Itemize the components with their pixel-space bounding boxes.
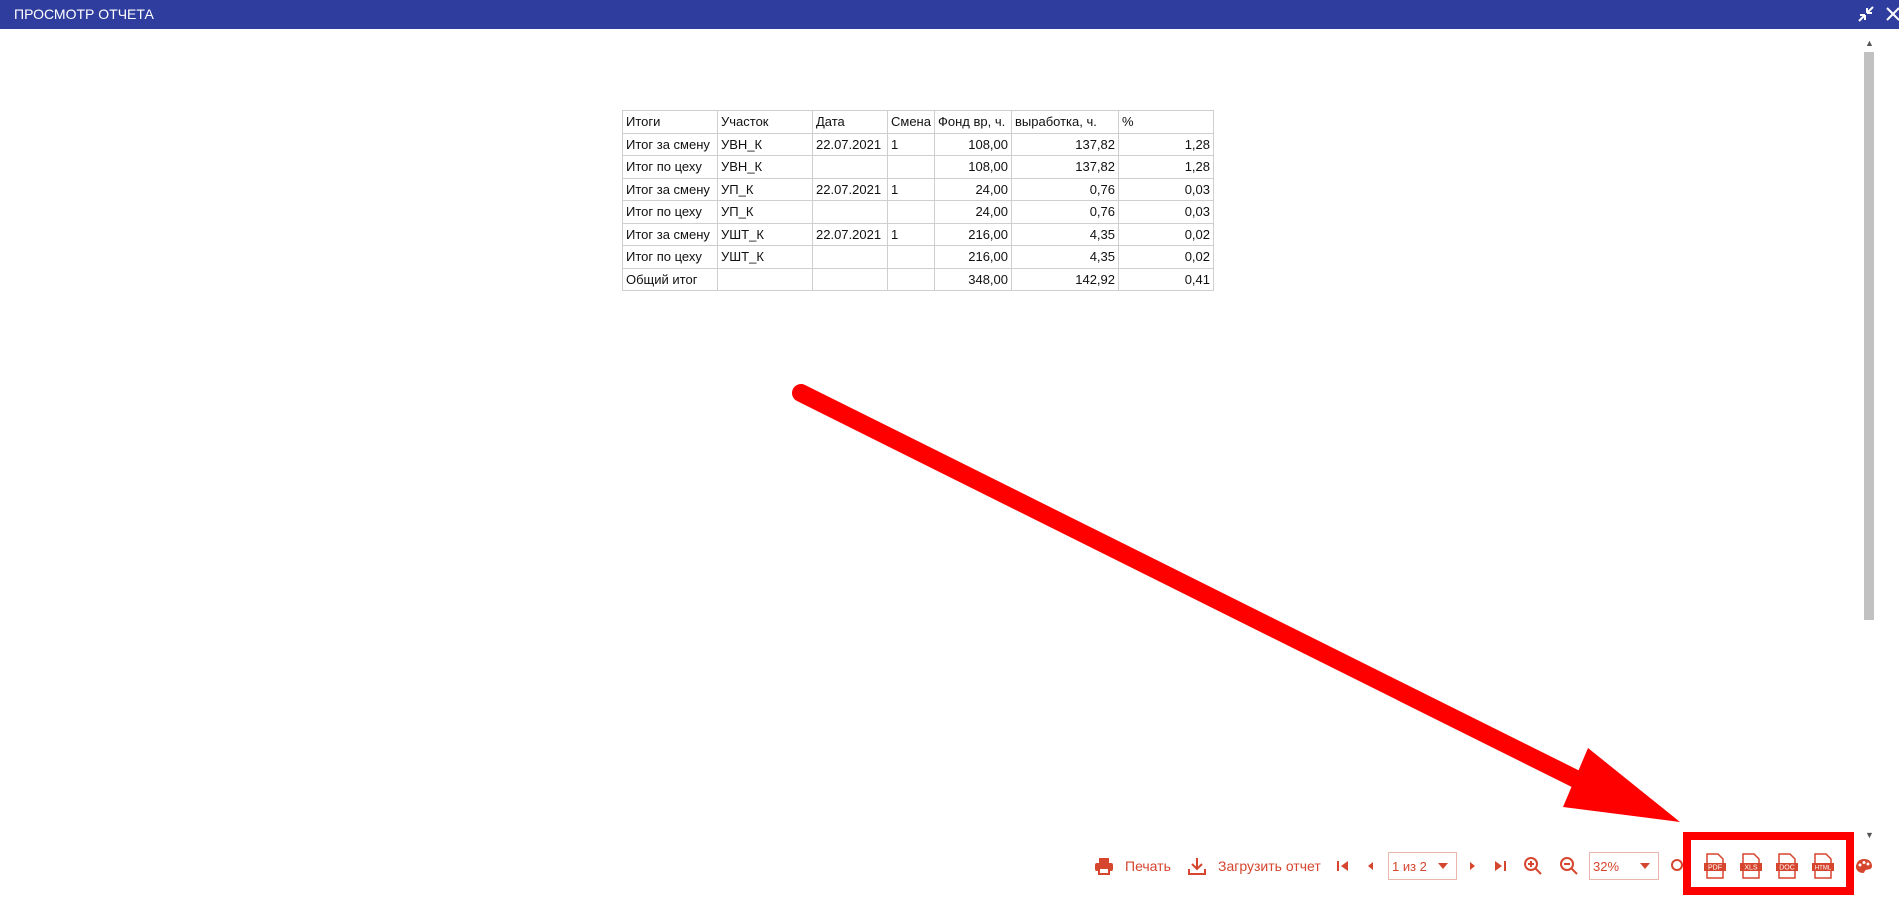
prev-page-button[interactable] (1365, 850, 1377, 882)
export-xls-button[interactable]: XLS (1739, 852, 1763, 880)
page-select[interactable]: 1 из 2 (1388, 852, 1457, 880)
last-page-button[interactable] (1492, 850, 1508, 882)
zoom-select-value: 32% (1593, 858, 1620, 874)
doc-label: DOC (1779, 865, 1795, 872)
page-select-value: 1 из 2 (1392, 858, 1427, 874)
prev-page-icon (1365, 858, 1377, 874)
zoom-out-button[interactable] (1559, 850, 1579, 882)
last-page-icon (1492, 858, 1508, 874)
download-label: Загрузить отчет (1218, 858, 1321, 874)
chevron-down-icon (1438, 863, 1448, 869)
xls-file-icon: XLS (1740, 853, 1762, 879)
pdf-label: PDF (1708, 865, 1722, 872)
next-page-icon (1466, 858, 1478, 874)
export-doc-button[interactable]: DOC (1775, 852, 1799, 880)
download-report-button[interactable]: Загрузить отчет (1186, 850, 1321, 882)
search-icon (1669, 856, 1685, 876)
print-button[interactable]: Печать (1093, 850, 1171, 882)
print-label: Печать (1125, 858, 1171, 874)
first-page-icon (1335, 858, 1351, 874)
html-label: HTML (1815, 866, 1832, 872)
xls-label: XLS (1744, 865, 1758, 872)
doc-file-icon: DOC (1776, 853, 1798, 879)
pdf-file-icon: PDF (1704, 853, 1726, 879)
annotation-arrow (792, 384, 1680, 822)
printer-icon (1093, 855, 1115, 877)
search-button[interactable] (1669, 850, 1685, 882)
report-toolbar: Печать Загрузить отчет 1 из 2 32% (0, 850, 1899, 882)
zoom-out-icon (1559, 856, 1579, 876)
next-page-button[interactable] (1466, 850, 1478, 882)
first-page-button[interactable] (1335, 850, 1351, 882)
zoom-select[interactable]: 32% (1589, 852, 1659, 880)
zoom-in-button[interactable] (1523, 850, 1543, 882)
export-html-button[interactable]: HTML (1811, 852, 1835, 880)
download-icon (1186, 855, 1208, 877)
html-file-icon: HTML (1812, 853, 1834, 879)
palette-icon (1856, 859, 1872, 873)
export-pdf-button[interactable]: PDF (1703, 852, 1727, 880)
theme-button[interactable] (1854, 852, 1874, 880)
zoom-in-icon (1523, 856, 1543, 876)
chevron-down-icon (1640, 863, 1650, 869)
